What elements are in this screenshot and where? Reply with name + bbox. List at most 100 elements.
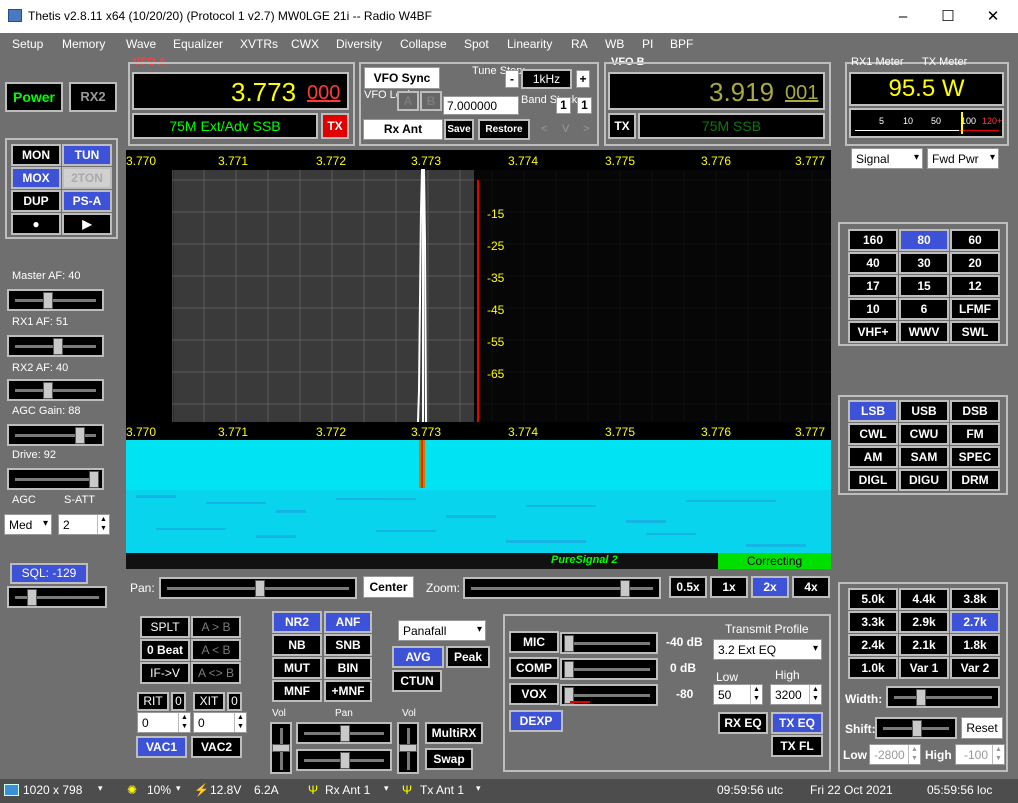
menu-linearity[interactable]: Linearity [507, 37, 552, 51]
menu-wb[interactable]: WB [605, 37, 624, 51]
filter-3-8k-button[interactable]: 3.8k [950, 588, 1000, 610]
band-6-button[interactable]: 6 [899, 298, 949, 320]
mode-lsb-button[interactable]: LSB [848, 400, 898, 422]
2ton-button[interactable]: 2TON [62, 167, 112, 189]
mode-digl-button[interactable]: DIGL [848, 469, 898, 491]
ps-a-button[interactable]: PS-A [62, 190, 112, 212]
tune-step-plus-button[interactable]: + [576, 70, 590, 88]
comp-button[interactable]: COMP [509, 657, 559, 679]
mode-digu-button[interactable]: DIGU [899, 469, 949, 491]
rit-button[interactable]: RIT [137, 692, 169, 711]
menu-collapse[interactable]: Collapse [400, 37, 447, 51]
waterfall[interactable] [126, 440, 831, 553]
status-tx-ant[interactable]: Tx Ant 1 [420, 783, 464, 797]
mox-button[interactable]: MOX [11, 167, 61, 189]
status-rx-ant[interactable]: Rx Ant 1 [325, 783, 370, 797]
agc-mode-select[interactable]: Med ▾ [4, 514, 52, 535]
zoom-2x-button[interactable]: 2x [751, 576, 789, 598]
band-15-button[interactable]: 15 [899, 275, 949, 297]
tx-low-spinner[interactable]: 50 ▲ ▼ [713, 684, 763, 705]
close-button[interactable]: ✕ [970, 0, 1016, 33]
band-stack-2-button[interactable]: 1 [577, 97, 592, 114]
filter-3-3k-button[interactable]: 3.3k [848, 611, 898, 633]
lock-a-button[interactable]: A [397, 91, 419, 111]
agc-gain-slider[interactable] [7, 424, 104, 446]
swap-button[interactable]: Swap [425, 748, 473, 770]
nb-button[interactable]: NB [272, 634, 322, 656]
width-slider[interactable] [886, 686, 1000, 708]
s-att-spinner[interactable]: 2 ▲ ▼ [58, 514, 110, 535]
menu-cwx[interactable]: CWX [291, 37, 319, 51]
vfo-sync-freq-input[interactable]: 7.000000 [443, 96, 519, 115]
filter-var2-button[interactable]: Var 2 [950, 657, 1000, 679]
rx2-af-slider[interactable] [7, 379, 104, 401]
rx1-af-slider[interactable] [7, 335, 104, 357]
band-swl-button[interactable]: SWL [950, 321, 1000, 343]
band-40-button[interactable]: 40 [848, 252, 898, 274]
band-stack-1-button[interactable]: 1 [556, 97, 571, 114]
tun-button[interactable]: TUN [62, 144, 112, 166]
panadapter[interactable] [126, 150, 831, 440]
mode-dsb-button[interactable]: DSB [950, 400, 1000, 422]
band-17-button[interactable]: 17 [848, 275, 898, 297]
tx-meter-select[interactable]: Fwd Pwr ▾ [927, 148, 999, 169]
master-af-slider[interactable] [7, 289, 104, 311]
record-button[interactable]: ● [11, 213, 61, 235]
comp-slider[interactable] [560, 658, 658, 680]
center-button[interactable]: Center [363, 576, 414, 598]
plus-mnf-button[interactable]: +MNF [324, 680, 372, 702]
mode-cwu-button[interactable]: CWU [899, 423, 949, 445]
mic-slider[interactable] [560, 632, 658, 654]
vfo-a-display[interactable]: 3.773 000 [132, 72, 349, 110]
band-60-button[interactable]: 60 [950, 229, 1000, 251]
mode-sam-button[interactable]: SAM [899, 446, 949, 468]
vfo-sync-button[interactable]: VFO Sync [364, 67, 440, 89]
band-20-button[interactable]: 20 [950, 252, 1000, 274]
zero-beat-button[interactable]: 0 Beat [140, 639, 190, 661]
maximize-button[interactable]: ☐ [925, 0, 971, 33]
rx2-vol-slider[interactable] [397, 722, 419, 774]
shift-slider[interactable] [875, 717, 957, 739]
mode-drm-button[interactable]: DRM [950, 469, 1000, 491]
sql-slider[interactable] [7, 586, 107, 608]
zoom-1x-button[interactable]: 1x [710, 576, 748, 598]
filter-high-spinner[interactable]: -100 ▲ ▼ [955, 744, 1005, 765]
ctun-button[interactable]: CTUN [392, 670, 442, 692]
band-prev-arrow[interactable]: < [541, 123, 547, 135]
vfo-b-tx-button[interactable]: TX [608, 113, 636, 139]
vfo-b-display[interactable]: 3.919 001 [608, 72, 825, 110]
vac1-button[interactable]: VAC1 [136, 736, 187, 758]
transmit-profile-select[interactable]: 3.2 Ext EQ ▾ [713, 639, 822, 660]
vox-slider[interactable] [560, 684, 658, 706]
status-resolution[interactable]: 1020 x 798 [23, 783, 82, 797]
tune-step-minus-button[interactable]: - [505, 70, 519, 88]
split-button[interactable]: SPLT [140, 616, 190, 638]
shift-reset-button[interactable]: Reset [961, 717, 1003, 739]
menu-diversity[interactable]: Diversity [336, 37, 382, 51]
display-mode-select[interactable]: Panafall ▾ [398, 620, 486, 641]
filter-2-9k-button[interactable]: 2.9k [899, 611, 949, 633]
band-80-button[interactable]: 80 [899, 229, 949, 251]
filter-1-8k-button[interactable]: 1.8k [950, 634, 1000, 656]
mode-usb-button[interactable]: USB [899, 400, 949, 422]
menu-memory[interactable]: Memory [62, 37, 105, 51]
multirx-button[interactable]: MultiRX [425, 722, 483, 744]
mode-cwl-button[interactable]: CWL [848, 423, 898, 445]
band-10-button[interactable]: 10 [848, 298, 898, 320]
tx-eq-button[interactable]: TX EQ [771, 712, 823, 734]
rit-spinner[interactable]: 0 ▲ ▼ [137, 712, 191, 733]
xit-spinner[interactable]: 0 ▲ ▼ [193, 712, 247, 733]
zoom-4x-button[interactable]: 4x [792, 576, 830, 598]
rx-pan-slider-2[interactable] [296, 749, 392, 771]
sql-button[interactable]: SQL: -129 [10, 563, 88, 584]
vox-button[interactable]: VOX [509, 683, 559, 705]
filter-var1-button[interactable]: Var 1 [899, 657, 949, 679]
menu-setup[interactable]: Setup [12, 37, 43, 51]
menu-wave[interactable]: Wave [126, 37, 156, 51]
rx-eq-button[interactable]: RX EQ [718, 712, 768, 734]
band-vhf-button[interactable]: VHF+ [848, 321, 898, 343]
mode-spec-button[interactable]: SPEC [950, 446, 1000, 468]
filter-2-1k-button[interactable]: 2.1k [899, 634, 949, 656]
if-to-v-button[interactable]: IF->V [140, 662, 190, 684]
swap-ab-button[interactable]: A <> B [191, 662, 241, 684]
